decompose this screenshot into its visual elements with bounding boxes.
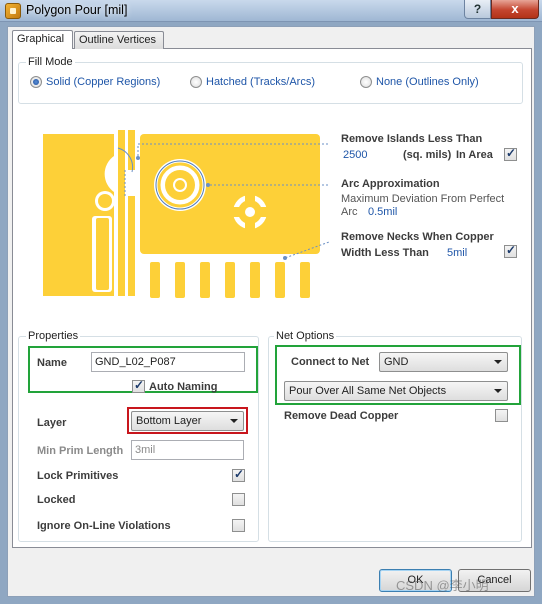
auto-naming-checkbox[interactable]: ✓ — [132, 378, 145, 393]
connect-to-net-value: GND — [384, 356, 409, 368]
window-title: Polygon Pour [mil] — [26, 3, 128, 17]
help-button[interactable]: ? — [464, 0, 491, 19]
remove-dead-copper-label: Remove Dead Copper — [284, 410, 399, 422]
remove-necks-checkbox[interactable]: ✓ — [504, 243, 517, 258]
properties-title: Properties — [26, 330, 81, 342]
pour-over-select[interactable]: Pour Over All Same Net Objects — [284, 381, 508, 401]
name-input[interactable]: GND_L02_P087 — [91, 352, 245, 372]
left-pad — [98, 194, 112, 208]
radio-hatched-label[interactable]: Hatched (Tracks/Arcs) — [206, 76, 315, 88]
radio-solid-label[interactable]: Solid (Copper Regions) — [46, 76, 160, 88]
locked-checkbox[interactable] — [232, 493, 245, 506]
chevron-down-icon — [494, 389, 502, 393]
arc-approx-desc: Maximum Deviation From Perfect — [341, 193, 505, 205]
arc-approx-value[interactable]: 0.5mil — [368, 206, 397, 218]
radio-hatched[interactable] — [190, 76, 202, 88]
arc-label: Arc — [341, 206, 358, 218]
in-area-checkbox[interactable]: ✓ — [504, 146, 517, 161]
ignore-online-checkbox[interactable] — [232, 519, 245, 532]
ignore-online-label: Ignore On-Line Violations — [37, 520, 171, 532]
auto-naming-label[interactable]: Auto Naming — [149, 381, 217, 393]
lock-primitives-checkbox[interactable]: ✓ — [232, 467, 245, 482]
layer-label: Layer — [37, 417, 67, 429]
remove-dead-copper-checkbox[interactable] — [495, 409, 508, 422]
neck-width-value[interactable]: 5mil — [447, 247, 467, 259]
track-1 — [118, 130, 125, 296]
name-label: Name — [37, 357, 67, 369]
radio-solid[interactable] — [30, 76, 42, 88]
arc-pad-hole-inner — [175, 180, 185, 190]
app-icon — [5, 3, 21, 19]
remove-islands-value[interactable]: 2500 — [343, 149, 367, 161]
neck-width-label: Width Less Than — [341, 247, 429, 259]
in-area-label: In Area — [456, 149, 493, 161]
arc-approx-label: Arc Approximation — [341, 178, 440, 190]
lock-primitives-label: Lock Primitives — [37, 470, 119, 482]
tab-graphical[interactable]: Graphical — [12, 30, 73, 49]
track-3 — [128, 196, 135, 296]
min-prim-label: Min Prim Length — [37, 445, 124, 457]
polygon-pour-illustration — [43, 130, 330, 298]
copper-shapes — [43, 130, 320, 298]
close-button[interactable]: x — [491, 0, 539, 19]
min-prim-input[interactable]: 3mil — [131, 440, 244, 460]
layer-select-value: Bottom Layer — [136, 415, 202, 427]
left-slot-copper — [96, 218, 109, 290]
remove-islands-label: Remove Islands Less Than — [341, 133, 483, 145]
remove-islands-unit: (sq. mils) — [403, 149, 452, 161]
remove-necks-label: Remove Necks When Copper — [341, 231, 494, 243]
connect-to-net-select[interactable]: GND — [379, 352, 508, 372]
radio-none-label[interactable]: None (Outlines Only) — [376, 76, 479, 88]
pour-over-value: Pour Over All Same Net Objects — [289, 385, 447, 397]
locked-label: Locked — [37, 494, 76, 506]
net-options-title: Net Options — [274, 330, 337, 342]
chevron-down-icon — [494, 360, 502, 364]
track-2 — [128, 130, 135, 170]
chevron-down-icon — [230, 419, 238, 423]
radio-none[interactable] — [360, 76, 372, 88]
tab-outline-vertices[interactable]: Outline Vertices — [74, 31, 164, 49]
watermark: CSDN @李小明 — [396, 578, 489, 593]
connect-to-net-label: Connect to Net — [291, 356, 370, 368]
layer-select[interactable]: Bottom Layer — [131, 411, 244, 431]
fill-mode-title: Fill Mode — [26, 56, 75, 68]
